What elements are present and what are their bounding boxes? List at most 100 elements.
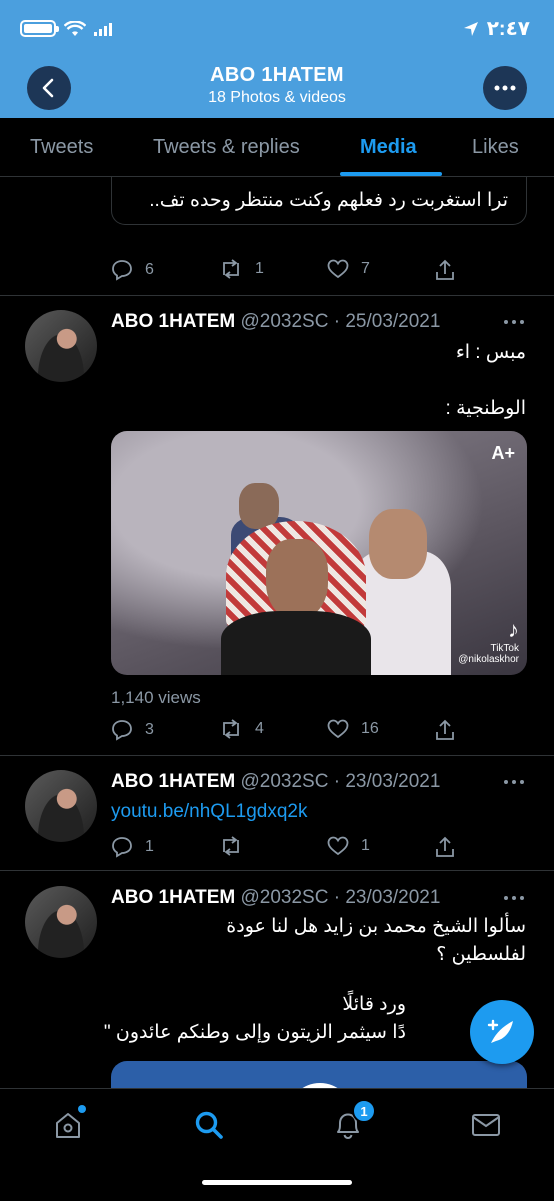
location-arrow-icon: [463, 21, 478, 36]
reply-count: 6: [145, 261, 154, 278]
media-feed[interactable]: ترا استغربت رد فعلهم وكنت منتظر وحده تف.…: [0, 177, 554, 1088]
tiktok-user: @nikolaskhor: [458, 654, 519, 665]
header-title-block: ABO 1HATEM 18 Photos & videos: [0, 64, 554, 107]
view-count: 1,140 views: [111, 688, 201, 707]
reply-button[interactable]: 6: [111, 259, 154, 281]
tweet-more-button[interactable]: [504, 320, 524, 324]
author-name[interactable]: ABO 1HATEM: [111, 311, 235, 332]
active-tab-indicator: [340, 172, 442, 176]
reply-icon: [112, 720, 132, 741]
home-icon: [56, 1113, 80, 1138]
heart-icon: [327, 719, 349, 739]
tab-tweets[interactable]: Tweets: [30, 136, 93, 159]
reply-button[interactable]: 1: [111, 836, 154, 858]
retweet-button[interactable]: [219, 836, 255, 856]
video-robe: [221, 611, 371, 675]
tab-media[interactable]: Media: [360, 136, 417, 159]
avatar[interactable]: [25, 770, 97, 842]
nav-home[interactable]: [48, 1105, 88, 1145]
like-button[interactable]: 7: [327, 259, 370, 279]
avatar[interactable]: [25, 886, 97, 958]
home-indicator[interactable]: [202, 1180, 352, 1185]
wifi-icon: [64, 20, 86, 36]
tweet-actions: 1 1: [111, 836, 531, 864]
tweet-text-line: ورد قائلًا: [342, 994, 406, 1015]
retweet-icon: [223, 259, 239, 279]
retweet-icon: [223, 836, 239, 856]
tweet-divider: [0, 870, 554, 871]
tweet-header: ABO 1HATEM @2032SC · 23/03/2021: [111, 887, 440, 909]
video-figure: [369, 509, 427, 579]
tiktok-watermark: ♪ TikTok @nikolaskhor: [458, 617, 519, 665]
reply-count: 1: [145, 838, 154, 855]
tweet-date: · 23/03/2021: [333, 887, 441, 908]
tab-likes[interactable]: Likes: [472, 136, 519, 159]
author-handle[interactable]: @2032SC: [241, 311, 329, 332]
tweet-actions: 3 4 16: [111, 719, 531, 747]
tweet-date: · 25/03/2021: [333, 311, 441, 332]
like-button[interactable]: 1: [327, 836, 370, 856]
tweet-media-preview[interactable]: [111, 1061, 527, 1088]
heart-icon: [327, 259, 349, 279]
like-count: 16: [361, 720, 379, 737]
more-options-button[interactable]: [483, 66, 527, 110]
like-button[interactable]: 16: [327, 719, 379, 739]
battery-icon: [20, 20, 59, 37]
tweet-link[interactable]: youtu.be/nhQL1gdxq2k: [111, 801, 308, 823]
quoted-tweet-card[interactable]: ترا استغربت رد فعلهم وكنت منتظر وحده تف.…: [111, 177, 527, 225]
author-handle[interactable]: @2032SC: [241, 771, 329, 792]
tweet-header: ABO 1HATEM @2032SC · 25/03/2021: [111, 311, 440, 333]
tweet-text-line: لفلسطين ؟: [436, 944, 526, 965]
tweet-text-line: مبس : اء: [455, 342, 526, 363]
tweet-divider: [0, 295, 554, 296]
new-tweets-dot: [78, 1105, 86, 1113]
tweet-text-line: الوطنجية :: [445, 398, 526, 419]
reply-icon: [112, 837, 132, 858]
status-right: ٢:٤٧: [463, 16, 530, 41]
nav-search[interactable]: [189, 1105, 229, 1145]
reply-button[interactable]: 3: [111, 719, 154, 741]
profile-header: ٢:٤٧ ABO 1HATEM 18 Photos & videos: [0, 0, 554, 118]
share-button[interactable]: [435, 719, 455, 741]
share-icon: [436, 836, 454, 857]
share-icon: [436, 259, 454, 280]
share-icon: [436, 719, 454, 740]
reply-icon: [112, 260, 132, 281]
tiktok-logo-icon: ♪: [508, 617, 519, 642]
author-name[interactable]: ABO 1HATEM: [111, 887, 235, 908]
retweet-icon: [223, 719, 239, 739]
retweet-count: 1: [255, 260, 264, 277]
status-left: [20, 20, 114, 37]
retweet-button[interactable]: 1: [219, 259, 264, 279]
retweet-button[interactable]: 4: [219, 719, 264, 739]
tweet-date: · 23/03/2021: [333, 771, 441, 792]
tab-tweets-replies[interactable]: Tweets & replies: [153, 136, 300, 159]
tweet-more-button[interactable]: [504, 780, 524, 784]
avatar[interactable]: [25, 310, 97, 382]
tweet-actions: 6 1 7: [111, 259, 531, 287]
author-handle[interactable]: @2032SC: [241, 887, 329, 908]
tweet-more-button[interactable]: [504, 896, 524, 900]
tweet-header: ABO 1HATEM @2032SC · 23/03/2021: [111, 771, 440, 793]
author-name[interactable]: ABO 1HATEM: [111, 771, 235, 792]
quoted-tweet-text: ترا استغربت رد فعلهم وكنت منتظر وحده تف.…: [149, 190, 508, 211]
battery-fill: [24, 24, 52, 33]
video-face: [266, 539, 328, 619]
share-button[interactable]: [435, 259, 455, 281]
share-button[interactable]: [435, 836, 455, 858]
tweet-divider: [0, 755, 554, 756]
like-count: 1: [361, 837, 370, 854]
nav-notifications[interactable]: 1: [328, 1099, 376, 1145]
tweet-text-line: سألوا الشيخ محمد بن زايد هل لنا عودة: [226, 916, 526, 937]
compose-tweet-button[interactable]: [470, 1000, 534, 1064]
tiktok-label: TikTok: [490, 643, 519, 654]
search-icon: [195, 1111, 223, 1139]
compose-feather-icon: [487, 1019, 513, 1043]
reply-count: 3: [145, 721, 154, 738]
tweet-video[interactable]: A+ ♪ TikTok @nikolaskhor: [111, 431, 527, 675]
nav-messages[interactable]: [466, 1105, 506, 1145]
channel-badge: A+: [491, 443, 515, 463]
status-time: ٢:٤٧: [486, 18, 530, 40]
like-count: 7: [361, 260, 370, 277]
page-title: ABO 1HATEM: [210, 64, 344, 86]
